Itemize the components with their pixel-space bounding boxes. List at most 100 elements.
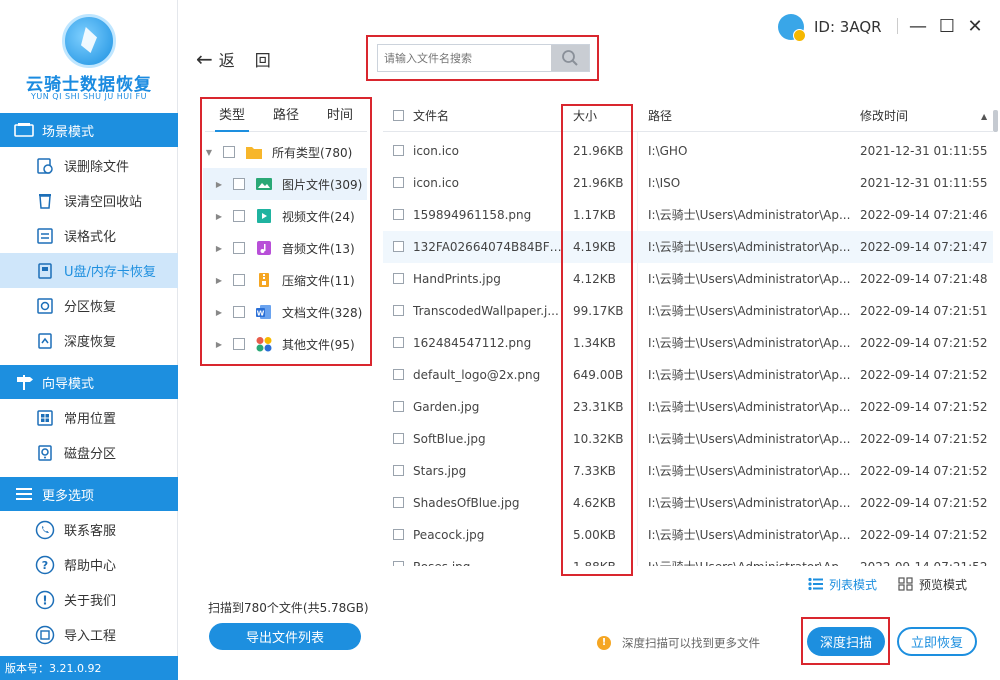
expand-caret-icon[interactable]: ▼ (203, 148, 215, 157)
minimize-button[interactable]: — (906, 13, 930, 39)
tree-checkbox[interactable] (233, 338, 245, 350)
tree-item-others[interactable]: ▶ 其他文件(95) (203, 328, 367, 360)
table-row[interactable]: Peacock.jpg 5.00KB I:\云骑士\Users\Administra… (383, 519, 993, 551)
col-modified[interactable]: 修改时间 (860, 100, 908, 132)
tip-text: 深度扫描可以找到更多文件 (622, 636, 760, 650)
nav-disk-partition[interactable]: 磁盘分区 (0, 435, 178, 470)
audio-icon (255, 240, 273, 256)
export-file-list-button[interactable]: 导出文件列表 (209, 623, 361, 650)
nav-about-us[interactable]: ! 关于我们 (0, 582, 178, 617)
row-checkbox[interactable] (393, 241, 404, 252)
row-checkbox[interactable] (393, 401, 404, 412)
expand-caret-icon[interactable]: ▶ (213, 212, 225, 221)
table-row[interactable]: HandPrints.jpg 4.12KB I:\云骑士\Users\Adminis… (383, 263, 993, 295)
phone-icon (35, 520, 55, 540)
row-checkbox[interactable] (393, 465, 404, 476)
warning-icon: ! (597, 636, 611, 650)
col-filename[interactable]: 文件名 (413, 100, 449, 132)
cell-path: I:\云骑士\Users\Administrator\Ap... (648, 432, 851, 446)
usb-drive-icon (35, 261, 55, 281)
recover-now-button[interactable]: 立即恢复 (897, 627, 977, 656)
expand-caret-icon[interactable]: ▶ (213, 340, 225, 349)
back-button[interactable]: ← 返回 (196, 47, 291, 71)
nav-contact-support[interactable]: 联系客服 (0, 512, 178, 547)
table-row[interactable]: SoftBlue.jpg 10.32KB I:\云骑士\Users\Administ… (383, 423, 993, 455)
row-checkbox[interactable] (393, 497, 404, 508)
cell-filename: TranscodedWallpaper.j... (413, 304, 559, 318)
table-row[interactable]: 162484547112.png 1.34KB I:\云骑士\Users\Admin… (383, 327, 993, 359)
tree-item-archives[interactable]: ▶ 压缩文件(11) (203, 264, 367, 296)
table-row[interactable]: icon.ico 21.96KB I:\ISO 2021-12-31 01:11:55 (383, 167, 993, 199)
row-checkbox[interactable] (393, 209, 404, 220)
row-checkbox[interactable] (393, 177, 404, 188)
table-row[interactable]: Garden.jpg 23.31KB I:\云骑士\Users\Administra… (383, 391, 993, 423)
tree-item-label: 图片文件(309) (282, 177, 363, 192)
table-row[interactable]: Stars.jpg 7.33KB I:\云骑士\Users\Administrato… (383, 455, 993, 487)
table-row[interactable]: 159894961158.png 1.17KB I:\云骑士\Users\Admin… (383, 199, 993, 231)
tree-checkbox[interactable] (233, 306, 245, 318)
user-account[interactable]: ID: 3AQR (778, 13, 882, 42)
tree-checkbox[interactable] (233, 242, 245, 254)
tree-item-documents[interactable]: ▶ W 文档文件(328) (203, 296, 367, 328)
expand-caret-icon[interactable]: ▶ (213, 180, 225, 189)
row-checkbox[interactable] (393, 561, 404, 566)
row-checkbox[interactable] (393, 273, 404, 284)
table-row[interactable]: icon.ico 21.96KB I:\GHO 2021-12-31 01:11:55 (383, 135, 993, 167)
col-path[interactable]: 路径 (648, 100, 672, 132)
cell-path: I:\云骑士\Users\Administrator\Ap... (648, 368, 851, 382)
nav-deep-recovery[interactable]: 深度恢复 (0, 323, 178, 358)
tree-item-audio[interactable]: ▶ 音频文件(13) (203, 232, 367, 264)
row-checkbox[interactable] (393, 337, 404, 348)
tree-checkbox[interactable] (233, 178, 245, 190)
cell-size: 1.88KB (573, 551, 643, 566)
tree-item-videos[interactable]: ▶ 视频文件(24) (203, 200, 367, 232)
nav-recycle-bin[interactable]: 误清空回收站 (0, 183, 178, 218)
search-input[interactable] (378, 45, 552, 71)
cell-modified: 2021-12-31 01:11:55 (860, 176, 988, 190)
row-checkbox[interactable] (393, 433, 404, 444)
table-row[interactable]: ShadesOfBlue.jpg 4.62KB I:\云骑士\Users\Admin… (383, 487, 993, 519)
col-size[interactable]: 大小 (573, 100, 597, 132)
tree-item-all-types[interactable]: ▼ 所有类型(780) (203, 136, 367, 168)
deep-scan-button[interactable]: 深度扫描 (807, 627, 885, 656)
preview-mode-button[interactable]: 预览模式 (898, 576, 967, 592)
tab-path[interactable]: 路径 (259, 100, 313, 131)
maximize-button[interactable]: ☐ (935, 13, 959, 39)
expand-caret-icon[interactable]: ▶ (213, 244, 225, 253)
other-icon (255, 336, 273, 352)
nav-deleted-files[interactable]: 误删除文件 (0, 148, 178, 183)
expand-caret-icon[interactable]: ▶ (213, 308, 225, 317)
tab-time[interactable]: 时间 (313, 100, 367, 131)
table-row[interactable]: default_logo@2x.png 649.00B I:\云骑士\Users\A… (383, 359, 993, 391)
table-row[interactable]: TranscodedWallpaper.j... 99.17KB I:\云骑士\Us… (383, 295, 993, 327)
nav-help-center[interactable]: ? 帮助中心 (0, 547, 178, 582)
expand-caret-icon[interactable]: ▶ (213, 276, 225, 285)
cell-size: 4.19KB (573, 240, 616, 254)
close-button[interactable]: ✕ (963, 13, 987, 39)
row-checkbox[interactable] (393, 145, 404, 156)
list-mode-button[interactable]: 列表模式 (808, 576, 877, 592)
list-view-icon (808, 577, 823, 591)
search-button[interactable] (551, 45, 589, 71)
cell-filename: 162484547112.png (413, 336, 532, 350)
tree-item-images[interactable]: ▶ 图片文件(309) (203, 168, 367, 200)
nav-import-project[interactable]: 导入工程 (0, 617, 178, 652)
table-row[interactable]: Roses.jpg 1.88KB I:\云骑士\Users\Administrato… (383, 551, 993, 566)
table-row[interactable]: 132FA02664074B84BF67... 4.19KB I:\云骑士\User… (383, 231, 993, 263)
nav-common-locations[interactable]: 常用位置 (0, 400, 178, 435)
row-checkbox[interactable] (393, 305, 404, 316)
cell-path: I:\云骑士\Users\Administrator\Ap... (648, 496, 851, 510)
tree-checkbox[interactable] (233, 274, 245, 286)
sort-ascending-icon[interactable]: ▲ (981, 112, 987, 121)
tree-checkbox[interactable] (233, 210, 245, 222)
tab-type[interactable]: 类型 (205, 100, 259, 132)
nav-partition-recovery[interactable]: 分区恢复 (0, 288, 178, 323)
select-all-checkbox[interactable] (393, 110, 404, 121)
nav-usb-recovery[interactable]: U盘/内存卡恢复 (0, 253, 178, 288)
row-checkbox[interactable] (393, 369, 404, 380)
tree-checkbox[interactable] (223, 146, 235, 158)
nav-format[interactable]: 误格式化 (0, 218, 178, 253)
cell-size: 649.00B (573, 368, 624, 382)
scrollbar-thumb[interactable] (993, 110, 998, 132)
row-checkbox[interactable] (393, 529, 404, 540)
